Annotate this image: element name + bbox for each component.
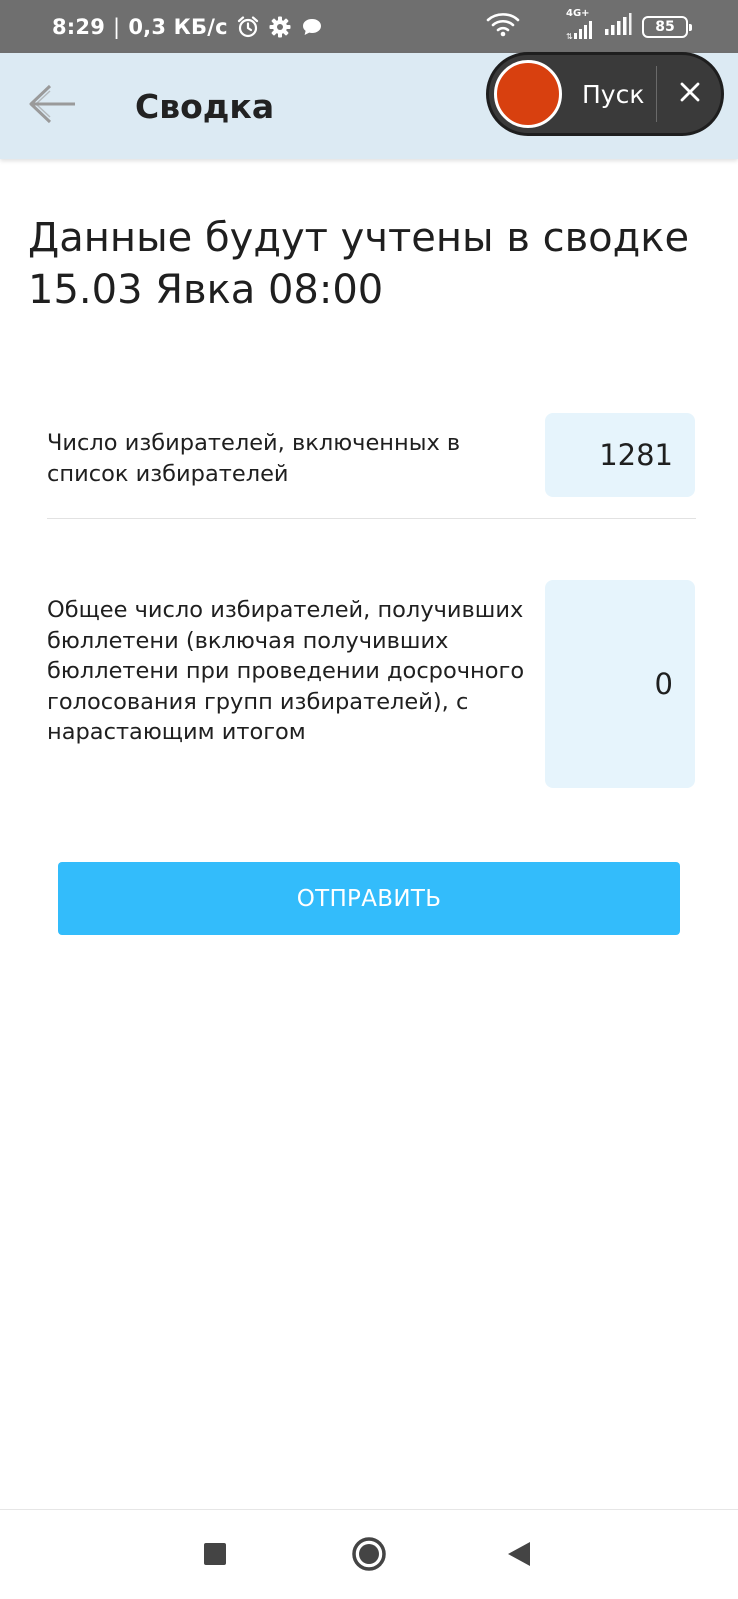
close-icon: [679, 81, 701, 108]
navigation-bar: [0, 1509, 738, 1599]
back-button[interactable]: [22, 77, 82, 135]
gear-icon: [268, 15, 292, 39]
alarm-icon: [236, 15, 260, 39]
status-bar: 8:29 | 0,3 КБ/с 4G+ ⇅ 85: [0, 0, 738, 53]
ballots-issued-input[interactable]: 0: [545, 580, 695, 788]
status-separator: |: [113, 14, 121, 39]
svg-text:⇅: ⇅: [566, 32, 573, 41]
message-icon: [300, 15, 324, 39]
page-title: Сводка: [135, 86, 275, 126]
battery-icon: 85: [642, 15, 692, 38]
signal-icon: 4G+ ⇅: [530, 0, 594, 53]
start-button[interactable]: Пуск: [582, 80, 644, 109]
status-time: 8:29: [52, 14, 106, 39]
recent-apps-button[interactable]: [185, 1526, 245, 1586]
status-speed: 0,3 КБ/с: [128, 14, 228, 39]
square-icon: [203, 1542, 227, 1571]
home-button[interactable]: [339, 1526, 399, 1586]
close-button[interactable]: [673, 77, 707, 111]
summary-heading-line1: Данные будут учтены в сводке: [28, 215, 690, 261]
wifi-icon: [486, 11, 520, 42]
triangle-icon: [506, 1540, 532, 1573]
system-back-button[interactable]: [489, 1526, 549, 1586]
summary-heading-line2: 15.03 Явка 08:00: [28, 267, 384, 313]
summary-heading: Данные будут учтены в сводке 15.03 Явка …: [28, 212, 718, 316]
voters-in-list-input[interactable]: 1281: [545, 413, 695, 497]
status-left: 8:29 | 0,3 КБ/с: [52, 0, 324, 53]
ballots-issued-label: Общее число избирателей, получивших бюлл…: [47, 597, 525, 745]
record-button[interactable]: [494, 60, 562, 128]
status-right: 4G+ ⇅ 85: [486, 0, 692, 53]
screen-recorder-widget: Пуск: [486, 52, 724, 136]
submit-button[interactable]: ОТПРАВИТЬ: [58, 862, 680, 935]
battery-level: 85: [655, 18, 675, 35]
signal-icon-2: [604, 11, 632, 42]
voters-in-list-label: Число избирателей, включенных в список и…: [47, 430, 461, 487]
back-arrow-icon: [26, 82, 78, 131]
field-divider: [47, 518, 696, 519]
recorder-divider: [656, 66, 658, 122]
circle-icon: [351, 1536, 387, 1577]
